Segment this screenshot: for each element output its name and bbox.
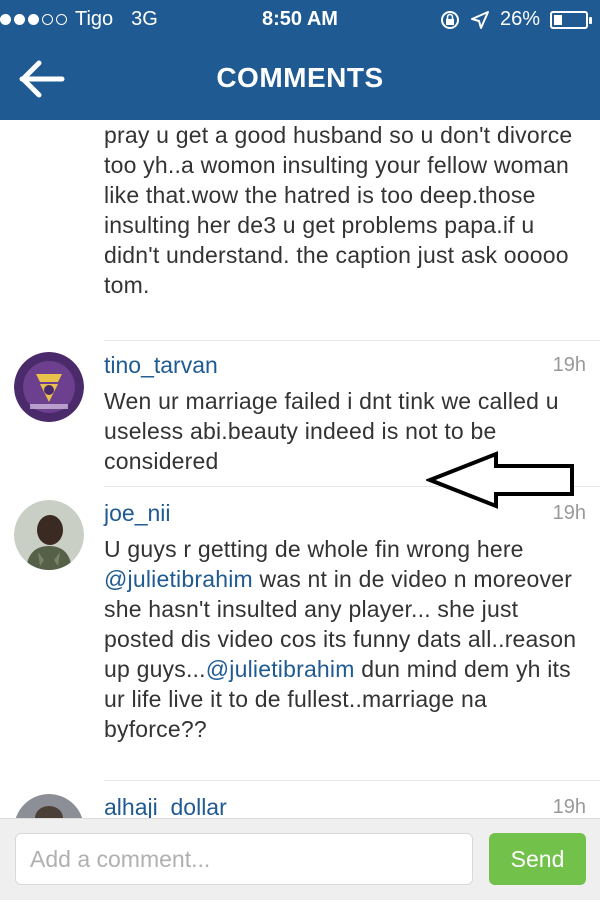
avatar[interactable] xyxy=(14,352,84,422)
avatar[interactable] xyxy=(14,500,84,570)
nav-bar: COMMENTS xyxy=(0,40,600,120)
avatar[interactable] xyxy=(14,794,84,818)
location-arrow-icon xyxy=(470,10,489,29)
comment-username[interactable]: alhaji_dollar xyxy=(104,794,227,818)
send-button[interactable]: Send xyxy=(489,833,586,885)
comment-timestamp: 19h xyxy=(552,796,586,818)
app-header: Tigo 3G 8:50 AM 26% COMMENTS xyxy=(0,0,600,120)
battery-percent: 26% xyxy=(499,8,540,30)
user-mention-link[interactable]: @julietibrahim xyxy=(104,566,253,592)
user-mention-link[interactable]: @julietibrahim xyxy=(206,656,355,682)
comment-username[interactable]: joe_nii xyxy=(104,500,171,527)
comment-input[interactable]: Add a comment... xyxy=(15,833,473,885)
comment-divider xyxy=(104,780,600,781)
battery-level xyxy=(554,14,562,25)
comments-list[interactable]: pray u get a good husband so u don't div… xyxy=(0,120,600,818)
battery-icon xyxy=(550,10,592,29)
status-bar: Tigo 3G 8:50 AM 26% xyxy=(0,0,600,40)
arrow-left-annotation-icon xyxy=(426,451,574,509)
rotation-lock-icon xyxy=(440,10,459,29)
comment-timestamp: 19h xyxy=(552,354,586,376)
status-right: 26% xyxy=(440,8,592,31)
page-title: COMMENTS xyxy=(216,62,384,93)
comment-username[interactable]: tino_tarvan xyxy=(104,352,218,379)
comment-text: U guys r getting de whole fin wrong here… xyxy=(104,534,584,744)
comment-composer: Add a comment... Send xyxy=(0,818,600,900)
comment-text: pray u get a good husband so u don't div… xyxy=(104,122,573,298)
comment-text-segment: U guys r getting de whole fin wrong here xyxy=(104,536,524,562)
comment-divider xyxy=(104,340,600,341)
